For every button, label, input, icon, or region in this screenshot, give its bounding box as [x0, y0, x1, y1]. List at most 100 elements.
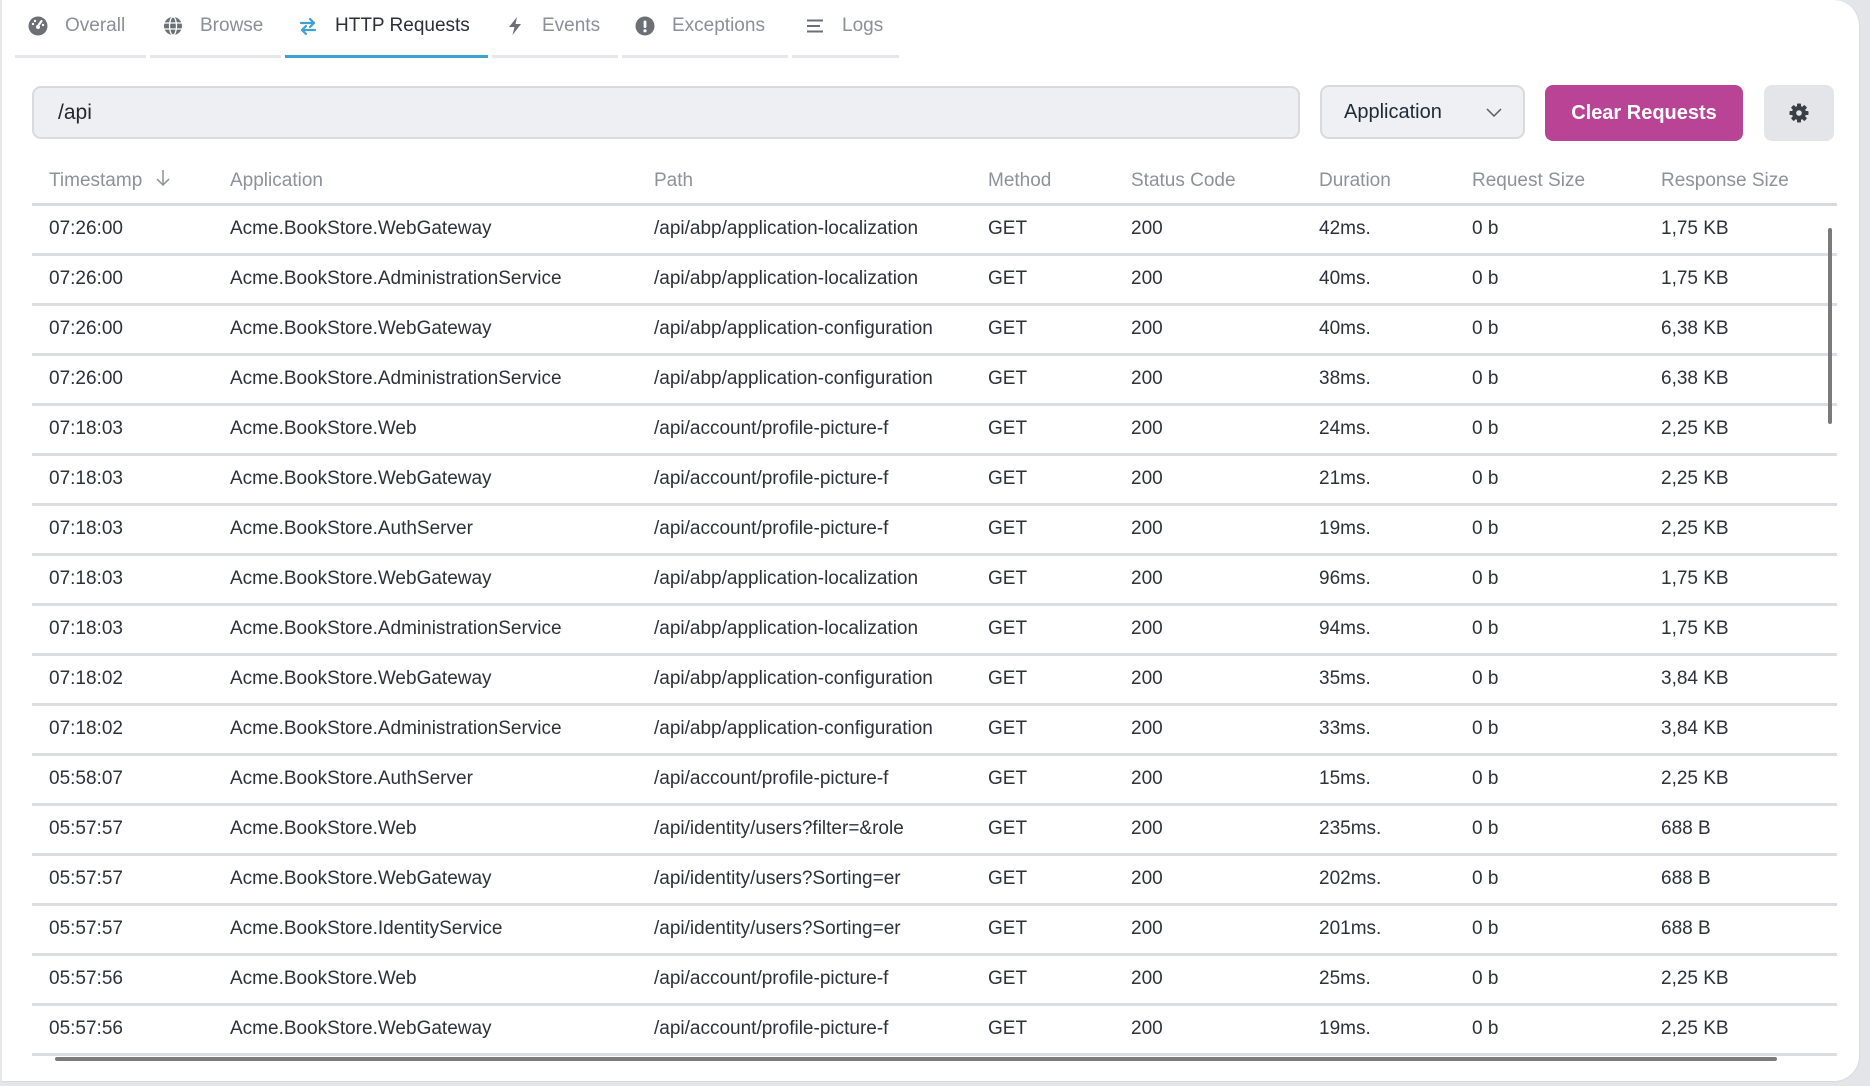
horizontal-scrollbar[interactable]: [55, 1057, 1777, 1061]
cell-status-code: 200: [1114, 804, 1302, 856]
tab-browse[interactable]: Browse: [150, 0, 281, 58]
cell-path: /api/abp/application-localization: [637, 204, 971, 256]
cell-method: GET: [971, 254, 1114, 306]
tab-label: Overall: [65, 15, 126, 36]
cell-status-code: 200: [1114, 704, 1302, 756]
requests-table: Timestamp Application Path Method Status…: [32, 160, 1837, 1056]
cell-status-code: 200: [1114, 854, 1302, 906]
table-row[interactable]: 05:58:07 Acme.BookStore.AuthServer/api/ac…: [32, 754, 1837, 806]
cell-application: Acme.BookStore.WebGateway: [213, 454, 637, 506]
tab-logs[interactable]: Logs: [792, 0, 899, 58]
table-row[interactable]: 05:57:57 Acme.BookStore.WebGateway/api/id…: [32, 854, 1837, 906]
cell-status-code: 200: [1114, 304, 1302, 356]
table-row[interactable]: 07:18:03 Acme.BookStore.AdministrationSer…: [32, 604, 1837, 656]
cell-request-size: 0 b: [1455, 304, 1644, 356]
cell-path: /api/account/profile-picture-f: [637, 1004, 971, 1056]
bolt-icon: [504, 15, 526, 37]
column-header-status-code[interactable]: Status Code: [1114, 160, 1302, 206]
table-row[interactable]: 07:26:00 Acme.BookStore.AdministrationSer…: [32, 354, 1837, 406]
table-row[interactable]: 05:57:56 Acme.BookStore.Web/api/account/p…: [32, 954, 1837, 1006]
cell-timestamp: 05:57:57: [32, 904, 213, 956]
tab-exceptions[interactable]: Exceptions: [622, 0, 788, 58]
cell-status-code: 200: [1114, 204, 1302, 256]
cell-application: Acme.BookStore.AdministrationService: [213, 704, 637, 756]
cell-path: /api/identity/users?Sorting=er: [637, 854, 971, 906]
cell-timestamp: 07:26:00: [32, 254, 213, 306]
settings-button[interactable]: [1764, 85, 1834, 141]
cell-timestamp: 07:18:03: [32, 454, 213, 506]
tab-label: HTTP Requests: [335, 15, 470, 36]
cell-request-size: 0 b: [1455, 954, 1644, 1006]
column-header-path[interactable]: Path: [637, 160, 971, 206]
tab-overall[interactable]: Overall: [15, 0, 146, 58]
panel-edge: [0, 0, 2, 1082]
path-filter-input[interactable]: [32, 86, 1300, 139]
application-select[interactable]: Application: [1320, 85, 1525, 139]
table-row[interactable]: 07:18:03 Acme.BookStore.WebGateway/api/ab…: [32, 554, 1837, 606]
table-row[interactable]: 07:18:03 Acme.BookStore.WebGateway/api/ac…: [32, 454, 1837, 506]
cell-request-size: 0 b: [1455, 604, 1644, 656]
clear-requests-button[interactable]: Clear Requests: [1545, 85, 1743, 141]
cell-timestamp: 05:58:07: [32, 754, 213, 806]
tab-http-requests[interactable]: HTTP Requests: [285, 0, 488, 58]
cell-path: /api/account/profile-picture-f: [637, 454, 971, 506]
cell-request-size: 0 b: [1455, 854, 1644, 906]
column-header-response-size[interactable]: Response Size: [1644, 160, 1837, 206]
cell-duration: 42ms.: [1302, 204, 1455, 256]
tab-bar: Overall Browse HTTP Requests Events Exce…: [15, 0, 899, 58]
cell-timestamp: 07:18:03: [32, 554, 213, 606]
cell-request-size: 0 b: [1455, 904, 1644, 956]
cell-application: Acme.BookStore.WebGateway: [213, 654, 637, 706]
cell-timestamp: 07:26:00: [32, 304, 213, 356]
table-row[interactable]: 07:18:02 Acme.BookStore.WebGateway/api/ab…: [32, 654, 1837, 706]
cell-application: Acme.BookStore.AdministrationService: [213, 354, 637, 406]
cell-response-size: 688 B: [1644, 904, 1837, 956]
table-header-row: Timestamp Application Path Method Status…: [32, 160, 1837, 206]
cell-method: GET: [971, 754, 1114, 806]
cell-method: GET: [971, 354, 1114, 406]
cell-method: GET: [971, 804, 1114, 856]
cell-timestamp: 07:18:03: [32, 604, 213, 656]
column-header-duration[interactable]: Duration: [1302, 160, 1455, 206]
table-row[interactable]: 05:57:57 Acme.BookStore.IdentityService/a…: [32, 904, 1837, 956]
cell-path: /api/abp/application-configuration: [637, 354, 971, 406]
cell-application: Acme.BookStore.Web: [213, 804, 637, 856]
cell-request-size: 0 b: [1455, 704, 1644, 756]
cell-method: GET: [971, 204, 1114, 256]
vertical-scrollbar[interactable]: [1828, 228, 1832, 424]
cell-path: /api/abp/application-configuration: [637, 304, 971, 356]
table-row[interactable]: 05:57:56 Acme.BookStore.WebGateway/api/ac…: [32, 1004, 1837, 1056]
table-row[interactable]: 07:26:00 Acme.BookStore.WebGateway/api/ab…: [32, 304, 1837, 356]
cell-path: /api/abp/application-configuration: [637, 704, 971, 756]
cell-timestamp: 07:18:03: [32, 504, 213, 556]
cell-request-size: 0 b: [1455, 354, 1644, 406]
cell-duration: 202ms.: [1302, 854, 1455, 906]
column-header-method[interactable]: Method: [971, 160, 1114, 206]
table-row[interactable]: 07:18:02 Acme.BookStore.AdministrationSer…: [32, 704, 1837, 756]
cell-request-size: 0 b: [1455, 204, 1644, 256]
cell-response-size: 6,38 KB: [1644, 304, 1837, 356]
cell-status-code: 200: [1114, 654, 1302, 706]
cell-duration: 15ms.: [1302, 754, 1455, 806]
table-row[interactable]: 07:18:03 Acme.BookStore.AuthServer/api/ac…: [32, 504, 1837, 556]
table-row[interactable]: 07:26:00 Acme.BookStore.WebGateway/api/ab…: [32, 204, 1837, 256]
cell-path: /api/abp/application-localization: [637, 604, 971, 656]
tab-label: Browse: [200, 15, 264, 36]
globe-icon: [162, 15, 184, 37]
cell-request-size: 0 b: [1455, 1004, 1644, 1056]
tab-events[interactable]: Events: [492, 0, 618, 58]
table-row[interactable]: 07:18:03 Acme.BookStore.Web/api/account/p…: [32, 404, 1837, 456]
cell-request-size: 0 b: [1455, 804, 1644, 856]
cell-path: /api/account/profile-picture-f: [637, 504, 971, 556]
column-header-request-size[interactable]: Request Size: [1455, 160, 1644, 206]
column-header-application[interactable]: Application: [213, 160, 637, 206]
arrows-exchange-icon: [297, 15, 319, 37]
cell-duration: 38ms.: [1302, 354, 1455, 406]
column-header-timestamp[interactable]: Timestamp: [32, 160, 213, 206]
table-row[interactable]: 05:57:57 Acme.BookStore.Web/api/identity/…: [32, 804, 1837, 856]
cell-response-size: 2,25 KB: [1644, 454, 1837, 506]
table-row[interactable]: 07:26:00 Acme.BookStore.AdministrationSer…: [32, 254, 1837, 306]
cell-response-size: 688 B: [1644, 804, 1837, 856]
cell-method: GET: [971, 1004, 1114, 1056]
cell-application: Acme.BookStore.WebGateway: [213, 1004, 637, 1056]
